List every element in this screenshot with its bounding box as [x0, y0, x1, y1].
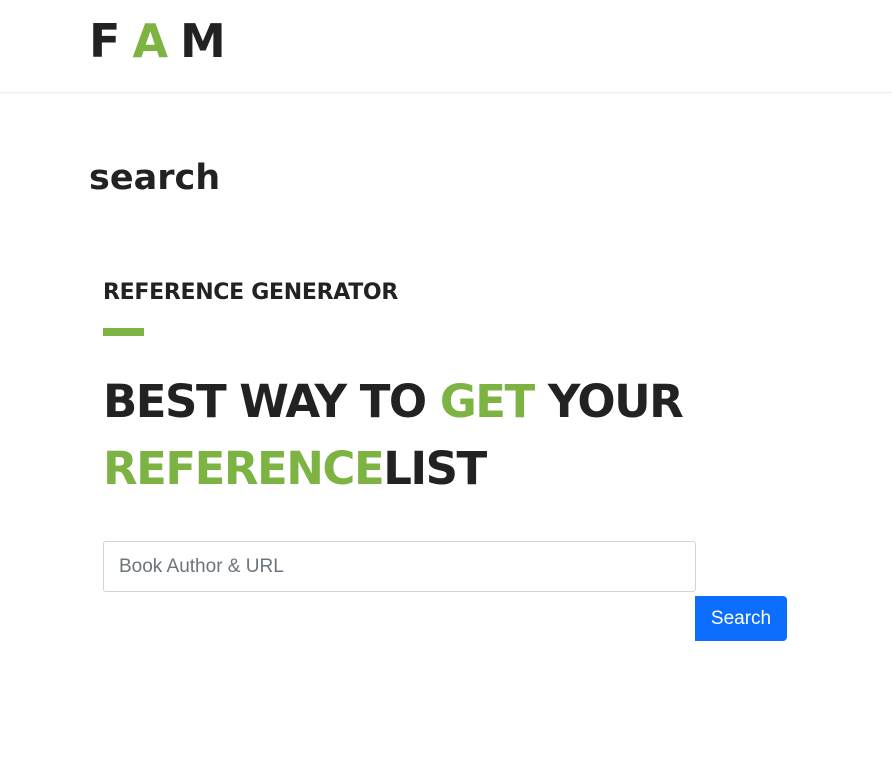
headline-highlight-reference: REFERENCE [103, 442, 385, 495]
headline-part-5: LIST [383, 442, 487, 495]
accent-divider [103, 328, 144, 336]
logo-letter-f: F [89, 14, 121, 68]
hero-headline: BEST WAY TO GET YOUR REFERENCELIST [103, 368, 803, 502]
site-logo[interactable]: FAM [89, 14, 226, 68]
headline-highlight-get: GET [439, 375, 535, 428]
top-navbar: FAM [0, 0, 892, 93]
headline-part-3: YOUR [533, 375, 684, 428]
logo-letter-a: A [132, 14, 169, 68]
search-button[interactable]: Search [695, 596, 787, 641]
page-title: search [89, 158, 221, 198]
headline-part-1: BEST WAY TO [103, 375, 440, 428]
logo-letter-m: M [180, 14, 226, 68]
search-input[interactable] [103, 541, 696, 592]
section-kicker: REFERENCE GENERATOR [103, 280, 398, 305]
